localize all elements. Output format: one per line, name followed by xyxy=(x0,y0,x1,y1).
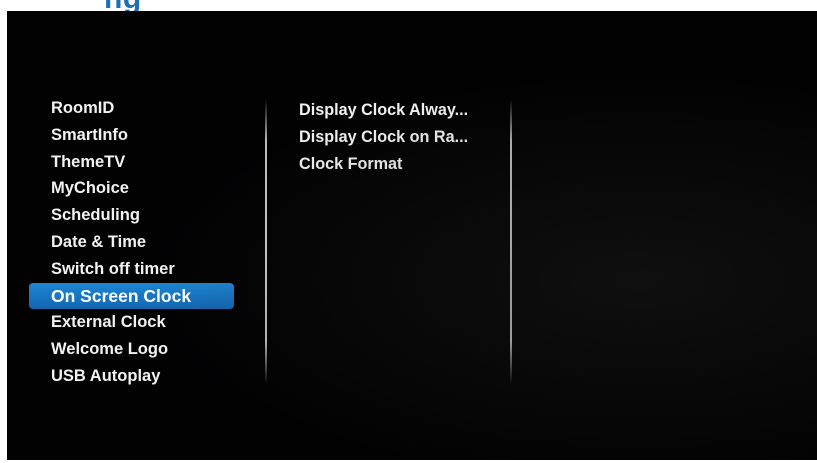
submenu-item-display-clock-always[interactable]: Display Clock Alway... xyxy=(299,97,499,124)
submenu-item-display-clock-on-radio[interactable]: Display Clock on Ra... xyxy=(299,124,499,151)
tv-screen: RoomID SmartInfo ThemeTV MyChoice Schedu… xyxy=(7,11,817,460)
menu-item-switch-off-timer[interactable]: Switch off timer xyxy=(29,256,234,283)
page: ng RoomID SmartInfo ThemeTV MyChoice Sch… xyxy=(0,0,817,463)
menu-item-external-clock[interactable]: External Clock xyxy=(29,309,234,336)
submenu-item-clock-format[interactable]: Clock Format xyxy=(299,151,499,178)
clock-submenu: Display Clock Alway... Display Clock on … xyxy=(299,97,499,177)
column-divider xyxy=(510,99,512,384)
settings-menu: RoomID SmartInfo ThemeTV MyChoice Schedu… xyxy=(29,95,234,390)
menu-item-on-screen-clock[interactable]: On Screen Clock xyxy=(29,282,234,310)
menu-item-themetv[interactable]: ThemeTV xyxy=(29,149,234,176)
menu-item-roomid[interactable]: RoomID xyxy=(29,95,234,122)
column-divider xyxy=(265,99,267,384)
menu-item-mychoice[interactable]: MyChoice xyxy=(29,175,234,202)
menu-item-date-time[interactable]: Date & Time xyxy=(29,229,234,256)
menu-item-scheduling[interactable]: Scheduling xyxy=(29,202,234,229)
menu-item-smartinfo[interactable]: SmartInfo xyxy=(29,122,234,149)
menu-item-usb-autoplay[interactable]: USB Autoplay xyxy=(29,363,234,390)
menu-item-welcome-logo[interactable]: Welcome Logo xyxy=(29,336,234,363)
